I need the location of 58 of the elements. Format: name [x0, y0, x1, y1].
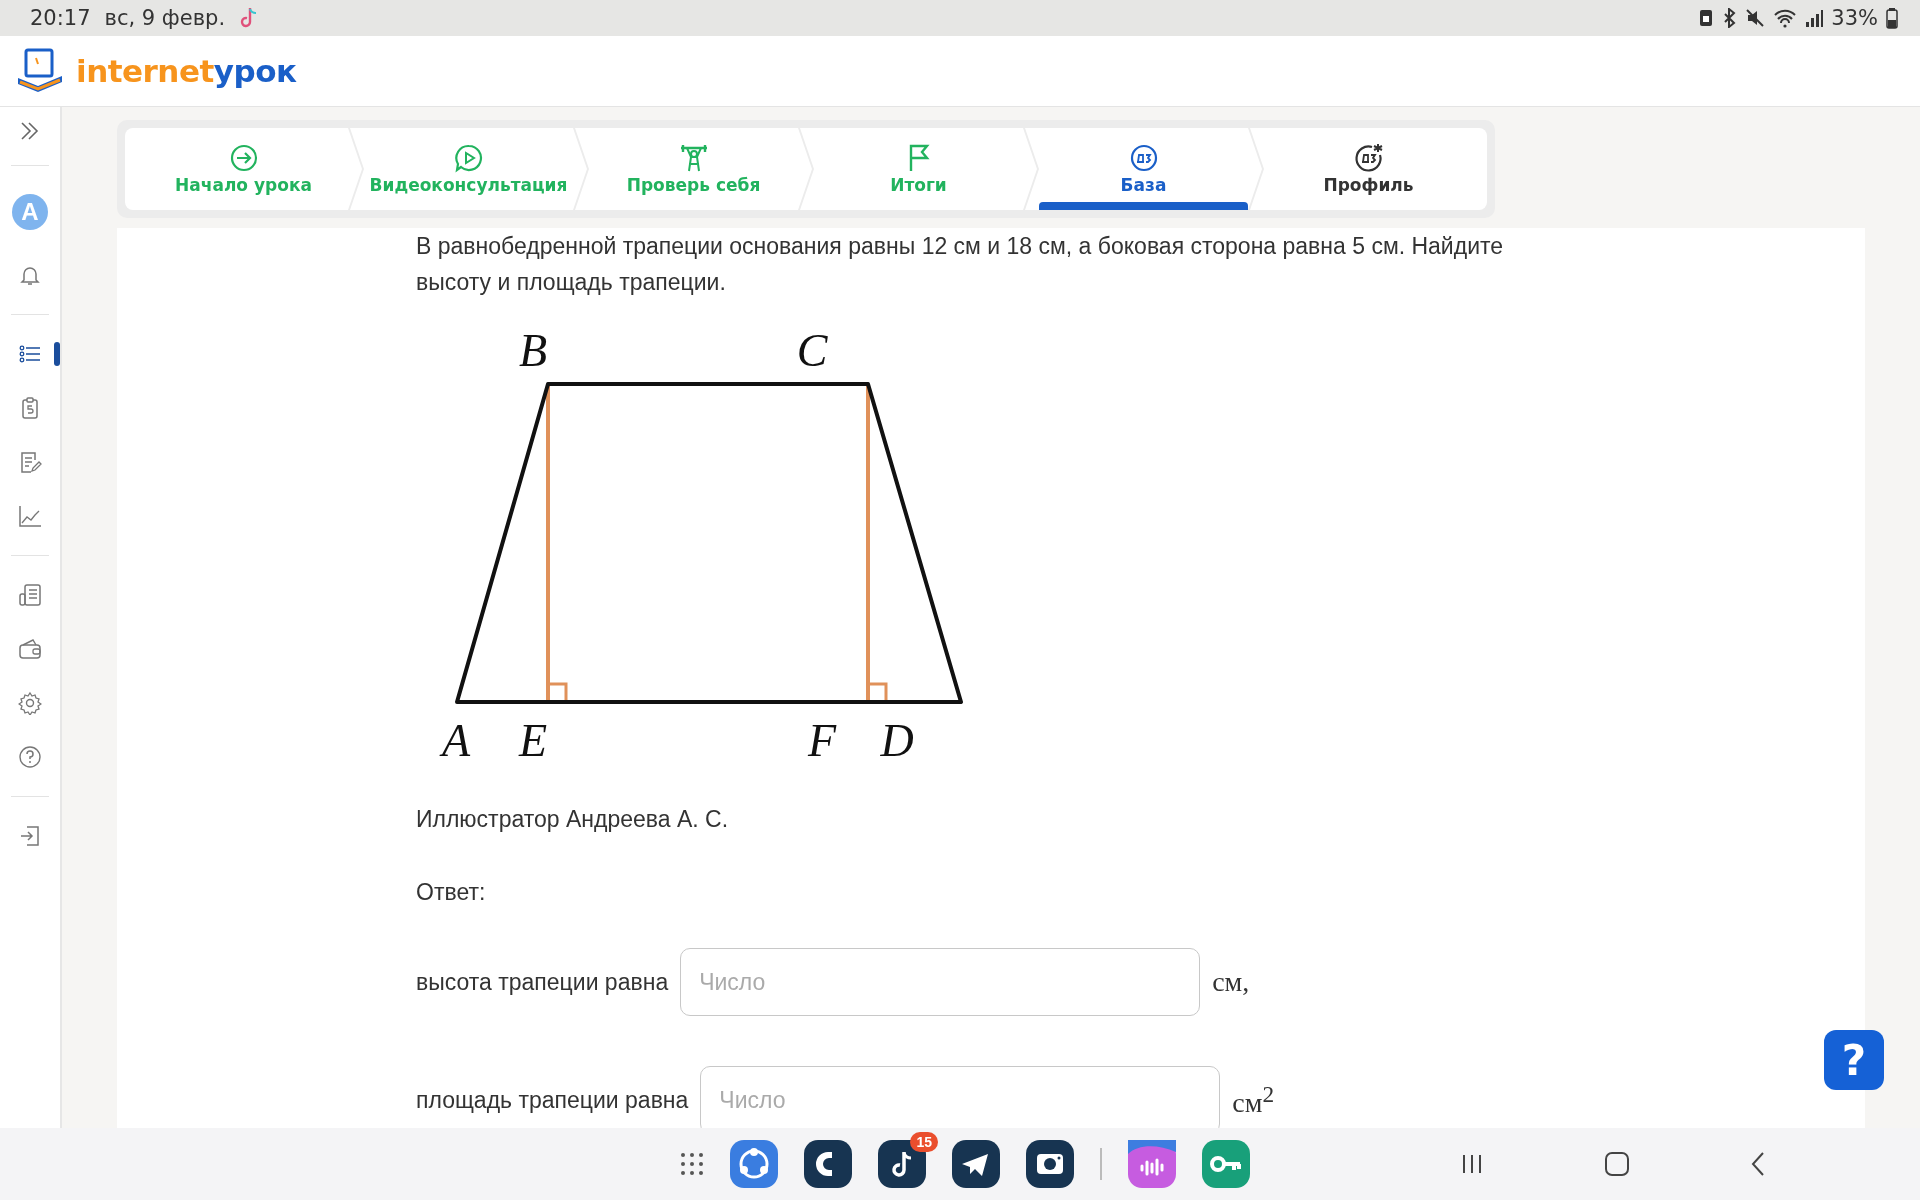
battery-percent: 33% [1831, 6, 1878, 30]
status-date: вс, 9 февр. [104, 6, 226, 30]
phone-app-icon[interactable] [804, 1140, 852, 1188]
weightlifter-icon [678, 143, 709, 173]
home-icon[interactable] [1604, 1151, 1630, 1177]
vertex-label: A [441, 715, 471, 766]
number-input[interactable]: Число [700, 1066, 1221, 1128]
paper-plane-app-icon[interactable] [952, 1140, 1000, 1188]
answer-label: Ответ: [416, 879, 487, 906]
arrow-circle-icon [228, 143, 259, 173]
document-pencil-icon[interactable] [18, 450, 42, 474]
help-button[interactable]: ? [1824, 1030, 1884, 1090]
lesson-tab[interactable]: Итоги [800, 128, 1037, 210]
lesson-tab[interactable]: Профиль [1250, 128, 1487, 210]
number-input[interactable]: Число [680, 948, 1201, 1016]
logo-text: internetурок [76, 53, 297, 89]
avatar[interactable]: A [12, 194, 48, 230]
line-chart-icon[interactable] [18, 504, 42, 528]
wallet-icon[interactable] [18, 637, 42, 661]
notification-badge: 15 [910, 1132, 938, 1152]
sound-wave-app-icon[interactable] [1128, 1140, 1176, 1188]
recent-apps-icon[interactable] [1460, 1152, 1484, 1176]
sim-icon [1699, 9, 1714, 27]
task-text: В равнобедренной трапеции основания равны 12 см и 18 см, а боковая сторона равна 5 см. Найдите высоту и площадь трапеции. [416, 232, 1505, 297]
clock-time: 20:17 [30, 6, 91, 30]
vertex-label: E [518, 715, 548, 766]
share-app-icon[interactable] [730, 1140, 778, 1188]
field-label: площадь трапеции равна [416, 1086, 689, 1114]
field-label: высота трапеции равна [416, 968, 669, 996]
help-icon[interactable] [18, 745, 42, 769]
vertex-label: B [518, 325, 548, 376]
homework-star-icon [1353, 143, 1384, 173]
play-bubble-icon [453, 143, 484, 173]
logout-icon[interactable] [18, 824, 42, 848]
newspaper-icon[interactable] [18, 583, 42, 607]
signal-icon [1805, 8, 1824, 28]
mute-icon [1745, 8, 1766, 28]
vertex-label: F [807, 715, 837, 766]
active-indicator [54, 342, 60, 366]
lesson-tab[interactable]: База [1025, 128, 1262, 210]
wifi-icon [1773, 8, 1798, 28]
back-icon[interactable] [1750, 1151, 1766, 1177]
lesson-tab[interactable]: Проверь себя [575, 128, 812, 210]
lesson-tab[interactable]: Видеоконсультация [350, 128, 587, 210]
battery-icon [1886, 7, 1898, 29]
bluetooth-icon [1721, 8, 1738, 28]
lesson-tab[interactable]: Начало урока [125, 128, 362, 210]
vertex-label: C [796, 325, 828, 376]
camera-app-icon[interactable] [1026, 1140, 1074, 1188]
settings-icon[interactable] [18, 691, 42, 715]
laptop-book-logo-icon [16, 48, 64, 94]
homework-circle-icon [1128, 143, 1159, 173]
unit-label: см, [1212, 966, 1250, 998]
unit-label: см$^{2}$ [1232, 1080, 1275, 1120]
key-app-icon[interactable] [1202, 1140, 1250, 1188]
illustrator-credit: Иллюстратор Андреева А. С. [416, 806, 730, 833]
app-grid-icon[interactable] [680, 1152, 704, 1176]
vertex-label: D [880, 715, 914, 766]
